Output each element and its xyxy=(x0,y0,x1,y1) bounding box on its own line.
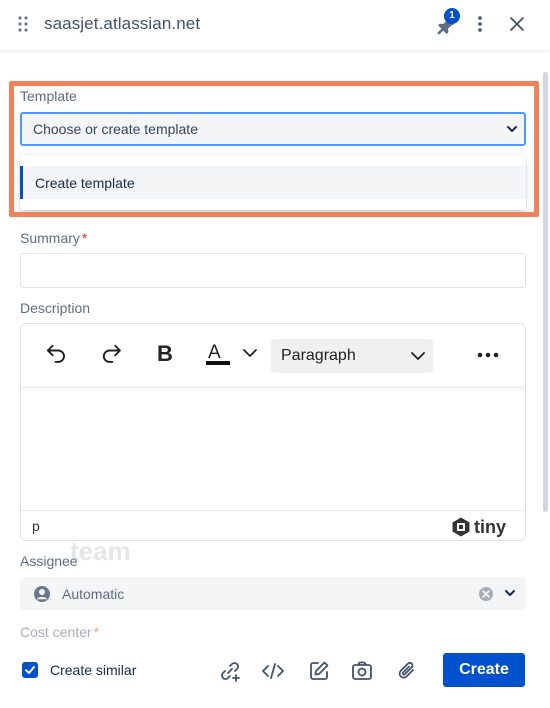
undo-icon[interactable] xyxy=(45,342,69,371)
create-similar-checkbox[interactable] xyxy=(22,662,38,678)
attachment-icon[interactable] xyxy=(396,660,418,687)
cost-center-label: Cost center * xyxy=(20,624,99,640)
tiny-brand-label: tiny xyxy=(474,516,507,537)
svg-text:A: A xyxy=(208,342,221,363)
site-title: saasjet.atlassian.net xyxy=(44,14,201,33)
text-color-icon[interactable]: A xyxy=(205,340,263,373)
summary-label: Summary * xyxy=(20,230,87,246)
link-add-icon[interactable] xyxy=(219,660,241,687)
template-select[interactable]: Choose or create template xyxy=(20,112,526,146)
editor-statusbar: p tiny xyxy=(21,510,525,540)
block-format-value: Paragraph xyxy=(281,347,356,364)
description-label: Description xyxy=(20,300,91,316)
camera-icon[interactable] xyxy=(351,660,373,687)
element-path[interactable]: p xyxy=(32,518,40,534)
redo-icon[interactable] xyxy=(100,342,124,371)
chevron-down-icon xyxy=(507,126,517,132)
cost-center-label-text: Cost center xyxy=(20,624,92,640)
scrollbar[interactable] xyxy=(543,72,548,512)
required-mark: * xyxy=(81,230,88,246)
bold-icon[interactable]: B xyxy=(155,340,177,371)
svg-text:B: B xyxy=(157,341,173,366)
chevron-down-icon[interactable] xyxy=(504,588,516,598)
tiny-brand[interactable]: tiny xyxy=(452,516,506,538)
more-options-icon[interactable] xyxy=(472,13,488,35)
user-avatar-icon xyxy=(34,586,50,602)
create-button[interactable]: Create xyxy=(443,653,525,687)
edit-icon[interactable] xyxy=(308,660,330,687)
chevron-down-icon xyxy=(411,352,425,360)
assignee-label: Assignee xyxy=(20,553,78,569)
pin-button[interactable]: 1 xyxy=(434,8,460,36)
close-icon[interactable] xyxy=(506,13,528,35)
tiny-logo-icon xyxy=(452,517,470,537)
template-select-value: Choose or create template xyxy=(33,121,198,137)
more-toolbar-icon[interactable] xyxy=(476,348,500,366)
create-template-option[interactable]: Create template xyxy=(20,166,526,199)
notification-badge: 1 xyxy=(444,8,460,24)
assignee-value: Automatic xyxy=(62,586,125,602)
summary-input[interactable] xyxy=(20,253,526,288)
drag-handle-icon[interactable] xyxy=(18,16,28,32)
description-editor[interactable]: B A Paragraph p tiny xyxy=(20,323,526,541)
block-format-select[interactable]: Paragraph xyxy=(271,339,433,373)
dialog-footer: Create similar Create xyxy=(0,640,550,708)
create-similar-label[interactable]: Create similar xyxy=(50,662,136,678)
code-icon[interactable] xyxy=(261,660,285,687)
summary-label-text: Summary xyxy=(20,230,80,246)
template-label: Template xyxy=(20,88,77,104)
editor-toolbar: B A Paragraph xyxy=(21,324,525,386)
checkmark-icon xyxy=(25,666,35,674)
assignee-select[interactable]: Automatic xyxy=(20,577,526,610)
required-mark: * xyxy=(93,624,100,640)
create-template-label: Create template xyxy=(35,175,135,191)
template-dropdown-menu: Create template xyxy=(20,155,526,210)
clear-icon[interactable] xyxy=(478,586,494,602)
dialog-header: saasjet.atlassian.net 1 xyxy=(0,0,550,50)
